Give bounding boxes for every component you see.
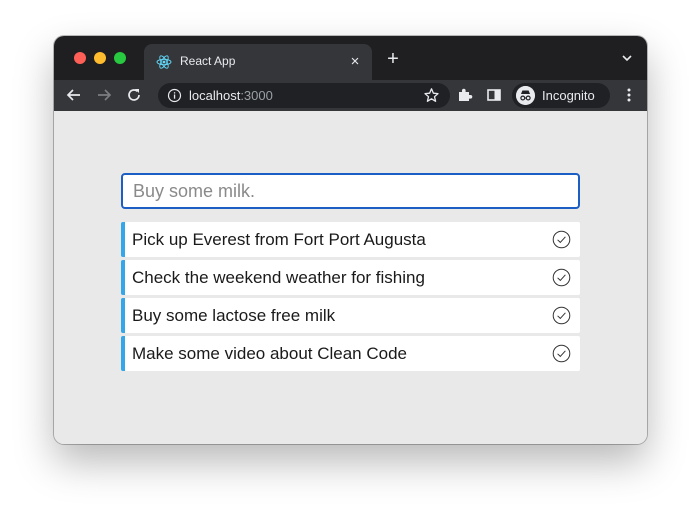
extensions-icon[interactable] — [456, 86, 474, 104]
browser-toolbar: localhost:3000 Incognito — [54, 80, 647, 111]
todo-text: Pick up Everest from Fort Port Augusta — [132, 230, 426, 249]
todo-text: Make some video about Clean Code — [132, 344, 407, 363]
forward-arrow-icon[interactable] — [95, 86, 113, 104]
browser-window: React App × + localhost:3000 Incognito B… — [54, 36, 647, 444]
react-icon — [156, 55, 172, 69]
profile-button[interactable]: Incognito — [512, 83, 610, 108]
chevron-down-icon[interactable] — [619, 50, 635, 66]
tab-strip: React App × + — [54, 36, 647, 80]
url-port: :3000 — [240, 88, 273, 103]
url-text: localhost:3000 — [189, 88, 273, 103]
incognito-icon — [516, 86, 535, 105]
todo-text: Check the weekend weather for fishing — [132, 268, 425, 287]
check-circle-icon[interactable] — [552, 306, 571, 325]
list-item[interactable]: Make some video about Clean Code — [121, 336, 580, 371]
tab-close-button[interactable]: × — [346, 53, 364, 71]
reload-icon[interactable] — [125, 86, 143, 104]
address-bar[interactable]: localhost:3000 — [158, 83, 450, 108]
maximize-window-button[interactable] — [114, 52, 126, 64]
back-arrow-icon[interactable] — [65, 86, 83, 104]
minimize-window-button[interactable] — [94, 52, 106, 64]
star-icon[interactable] — [423, 87, 440, 104]
profile-label: Incognito — [542, 88, 595, 103]
url-host: localhost — [189, 88, 241, 103]
info-icon[interactable] — [167, 88, 182, 103]
tab-title: React App — [180, 54, 236, 68]
new-tab-button[interactable]: + — [382, 48, 404, 70]
list-item[interactable]: Check the weekend weather for fishing — [121, 260, 580, 295]
check-circle-icon[interactable] — [552, 344, 571, 363]
todo-text: Buy some lactose free milk — [132, 306, 336, 325]
more-menu-icon[interactable] — [620, 86, 638, 104]
tab-react-app[interactable]: React App × — [144, 44, 372, 80]
side-panel-icon[interactable] — [485, 86, 503, 104]
close-window-button[interactable] — [74, 52, 86, 64]
todo-list: Pick up Everest from Fort Port Augusta C… — [121, 222, 580, 374]
list-item[interactable]: Buy some lactose free milk — [121, 298, 580, 333]
check-circle-icon[interactable] — [552, 230, 571, 249]
check-circle-icon[interactable] — [552, 268, 571, 287]
new-todo-input[interactable] — [121, 173, 580, 209]
page-content: Pick up Everest from Fort Port Augusta C… — [54, 111, 647, 444]
list-item[interactable]: Pick up Everest from Fort Port Augusta — [121, 222, 580, 257]
